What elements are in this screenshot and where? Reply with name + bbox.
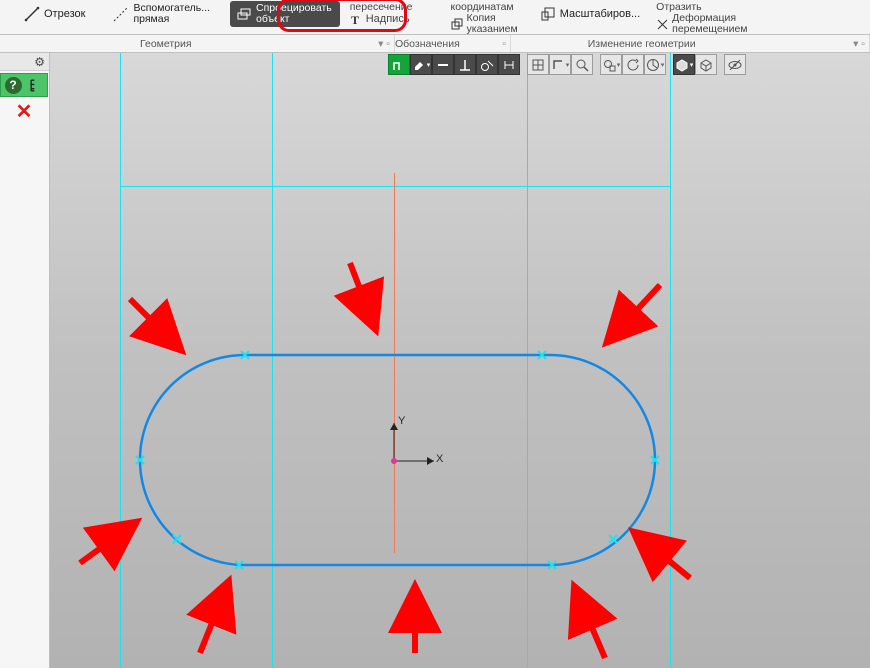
ctx-ortho-button[interactable]: ▾ bbox=[549, 54, 571, 75]
horizontal-guide-top bbox=[120, 186, 670, 187]
y-axis bbox=[394, 173, 395, 553]
coords-partial-button[interactable]: координатам Копияуказанием bbox=[447, 0, 522, 28]
group-annotations: Обозначения▫ bbox=[395, 35, 511, 52]
y-axis-label: Y bbox=[398, 415, 405, 427]
segment-button[interactable]: Отрезок bbox=[20, 0, 91, 28]
ctx-orient-button[interactable]: ▾ bbox=[644, 54, 666, 75]
ctx-visibility-button[interactable] bbox=[724, 54, 746, 75]
sidebar-close-item[interactable]: ✕ bbox=[0, 99, 48, 123]
ctx-grid-button[interactable] bbox=[527, 54, 549, 75]
deform-label: Деформацияперемещением bbox=[672, 13, 747, 35]
sidebar-settings-row: ⚙ bbox=[0, 53, 49, 71]
ctx-perpendicular-button[interactable] bbox=[454, 54, 476, 75]
text-icon: T bbox=[350, 13, 363, 26]
scale-icon bbox=[540, 6, 556, 22]
ctx-zoom-button[interactable] bbox=[571, 54, 593, 75]
segment-icon bbox=[24, 6, 40, 22]
axis-arrows bbox=[50, 53, 870, 668]
vertical-guide-mid1 bbox=[272, 53, 273, 668]
aux-line-icon bbox=[113, 6, 129, 22]
copy-icon bbox=[451, 18, 464, 31]
ctx-tangent-button[interactable] bbox=[476, 54, 498, 75]
ctx-eraser-button[interactable]: ▾ bbox=[410, 54, 432, 75]
sidebar-active-item[interactable]: ? bbox=[0, 73, 48, 97]
vertical-guide-right bbox=[670, 53, 671, 668]
editgeom-dropdown-icon[interactable]: ▾ ▫ bbox=[849, 38, 869, 50]
ctx-wireframe-button[interactable] bbox=[695, 54, 717, 75]
aux-line-button[interactable]: Вспомогатель...прямая bbox=[109, 0, 216, 28]
ribbon-group-labels: Геометрия▾ ▫ Обозначения▫ Изменение геом… bbox=[0, 35, 870, 53]
sketch-canvas[interactable]: ▾ ▾ ▾ ▾ bbox=[50, 53, 870, 668]
group-edit-geometry: Изменение геометрии▾ ▫ bbox=[511, 35, 870, 52]
vertical-guide-left bbox=[120, 53, 121, 668]
help-icon: ? bbox=[5, 77, 22, 94]
close-icon: ✕ bbox=[0, 99, 48, 124]
callout-arrows bbox=[50, 53, 870, 668]
tree-icon bbox=[29, 78, 44, 93]
intersect-label: пересечение bbox=[350, 1, 413, 13]
ctx-sketch-mode-button[interactable] bbox=[388, 54, 410, 75]
ctx-horizontal-button[interactable] bbox=[432, 54, 454, 75]
deform-icon bbox=[656, 18, 669, 31]
project-label: Спроецироватьобъект bbox=[256, 3, 332, 25]
geometry-dropdown-icon[interactable]: ▾ ▫ bbox=[374, 38, 394, 50]
scale-button[interactable]: Масштабиров... bbox=[536, 0, 646, 28]
obround-sketch bbox=[50, 53, 870, 668]
ribbon-toolbar: Отрезок Вспомогатель...прямая Спроециров… bbox=[0, 0, 870, 35]
aux-line-label: Вспомогатель...прямая bbox=[133, 3, 210, 25]
gear-icon[interactable]: ⚙ bbox=[34, 55, 45, 69]
svg-text:T: T bbox=[351, 13, 359, 26]
origin-marker bbox=[391, 458, 397, 464]
copy-label: Копияуказанием bbox=[467, 13, 518, 35]
text-label: Надпись bbox=[366, 14, 410, 25]
ctx-dimension-button[interactable] bbox=[498, 54, 520, 75]
segment-label: Отрезок bbox=[44, 9, 85, 20]
group-geometry: Геометрия▾ ▫ bbox=[0, 35, 395, 52]
ctx-rotate-button[interactable] bbox=[622, 54, 644, 75]
left-sidebar: ⚙ ? ✕ bbox=[0, 53, 50, 668]
annotations-dropdown-icon[interactable]: ▫ bbox=[498, 38, 510, 50]
context-toolbar: ▾ ▾ ▾ ▾ bbox=[388, 54, 746, 76]
intersect-button[interactable]: пересечение T Надпись bbox=[346, 0, 417, 28]
mirror-deform-block[interactable]: Отразить Деформацияперемещением bbox=[652, 0, 751, 28]
ctx-shade-button[interactable]: ▾ bbox=[673, 54, 695, 75]
ctx-zoomwin-button[interactable]: ▾ bbox=[600, 54, 622, 75]
x-axis-label: X bbox=[436, 453, 443, 465]
project-object-button[interactable]: Спроецироватьобъект bbox=[230, 1, 340, 27]
scale-label: Масштабиров... bbox=[560, 9, 640, 20]
project-icon bbox=[236, 6, 252, 22]
vertical-guide-mid2 bbox=[527, 53, 528, 668]
